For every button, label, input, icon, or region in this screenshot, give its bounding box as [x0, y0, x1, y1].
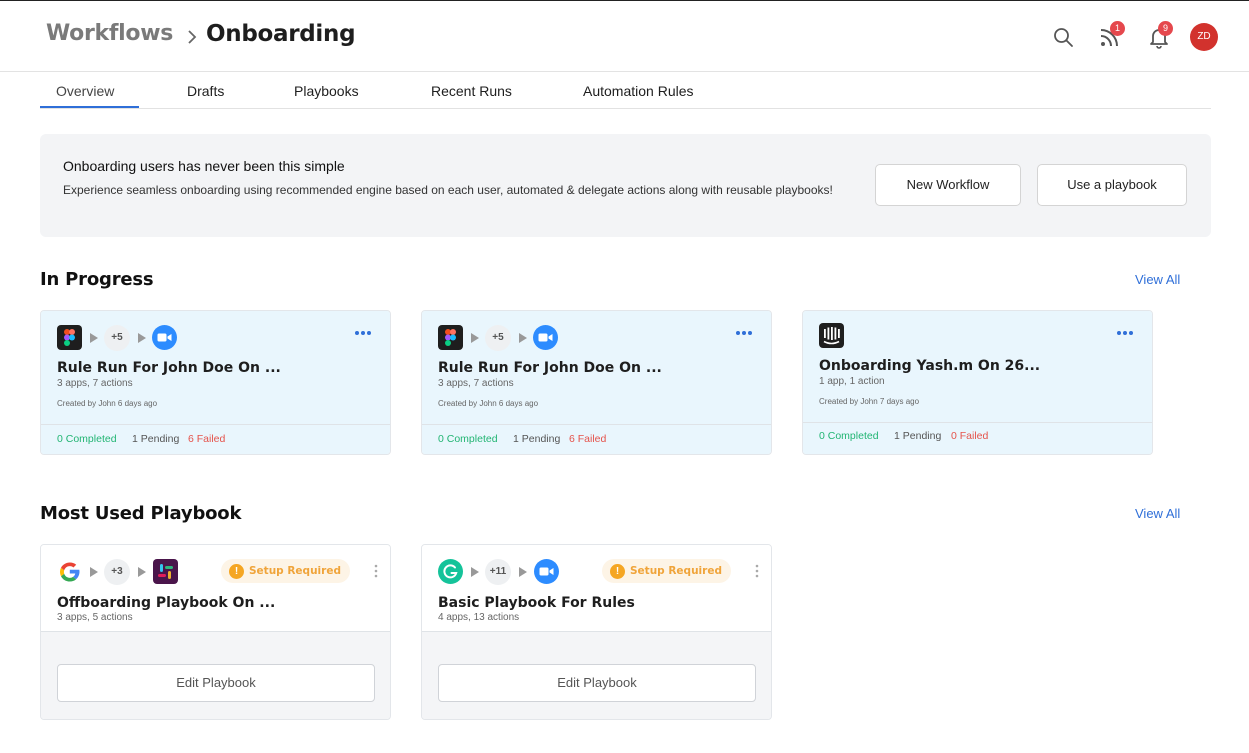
- banner-title: Onboarding users has never been this sim…: [63, 158, 345, 174]
- new-workflow-button[interactable]: New Workflow: [875, 164, 1021, 206]
- search-icon[interactable]: [1051, 25, 1075, 49]
- completed-count: 0 Completed: [57, 433, 117, 445]
- card-title: Offboarding Playbook On ...: [57, 595, 276, 611]
- grammarly-icon: [438, 559, 463, 584]
- play-arrow-icon: [471, 333, 479, 343]
- more-options-icon[interactable]: [1116, 330, 1134, 336]
- card-body: +5 Rule Run For John Doe On ... 3 apps, …: [41, 311, 390, 426]
- card-apps-actions: 1 app, 1 action: [819, 376, 885, 387]
- card-created-by: Created by John 6 days ago: [438, 399, 539, 408]
- warning-icon: !: [610, 563, 625, 579]
- active-tab-indicator: [40, 106, 139, 108]
- card-title: Rule Run For John Doe On ...: [438, 360, 662, 376]
- completed-count: 0 Completed: [819, 430, 879, 442]
- tab-bar: Overview Drafts Playbooks Recent Runs Au…: [40, 72, 1211, 109]
- figma-icon: [57, 325, 82, 350]
- card-body: Onboarding Yash.m On 26... 1 app, 1 acti…: [803, 311, 1152, 424]
- google-icon: [60, 562, 80, 582]
- card-body: +11 ! Setup Required Basic Playbook For R…: [422, 545, 771, 633]
- in-progress-card[interactable]: +5 Rule Run For John Doe On ... 3 apps, …: [421, 310, 772, 455]
- card-apps-actions: 3 apps, 7 actions: [57, 378, 133, 389]
- chevron-right-icon: [188, 30, 197, 44]
- in-progress-view-all-link[interactable]: View All: [1135, 272, 1180, 287]
- tab-overview[interactable]: Overview: [56, 83, 114, 99]
- tab-playbooks[interactable]: Playbooks: [294, 83, 359, 99]
- playbook-card[interactable]: +3 ! Setup Required Offboarding Playbook …: [40, 544, 391, 720]
- feed-badge: 1: [1110, 21, 1125, 36]
- slack-icon: [153, 559, 178, 584]
- extra-apps-count: +11: [485, 559, 511, 585]
- failed-count: 6 Failed: [569, 433, 607, 445]
- card-footer: Edit Playbook: [41, 631, 390, 719]
- tab-automation-rules[interactable]: Automation Rules: [583, 83, 694, 99]
- play-arrow-icon: [90, 333, 98, 343]
- in-progress-heading: In Progress: [40, 269, 154, 290]
- pending-count: 1 Pending: [513, 433, 561, 445]
- card-title: Basic Playbook For Rules: [438, 595, 635, 611]
- avatar[interactable]: ZD: [1190, 23, 1218, 51]
- play-arrow-icon: [138, 333, 146, 343]
- most-used-view-all-link[interactable]: View All: [1135, 506, 1180, 521]
- setup-required-badge: ! Setup Required: [221, 559, 350, 583]
- extra-apps-count: +5: [485, 325, 511, 351]
- card-status-bar: 0 Completed 1 Pending 6 Failed: [422, 424, 771, 454]
- playbook-card[interactable]: +11 ! Setup Required Basic Playbook For R…: [421, 544, 772, 720]
- page-title: Onboarding: [206, 21, 356, 47]
- card-apps-actions: 3 apps, 5 actions: [57, 612, 133, 623]
- card-status-bar: 0 Completed 1 Pending 6 Failed: [41, 424, 390, 454]
- card-body: +5 Rule Run For John Doe On ... 3 apps, …: [422, 311, 771, 426]
- notification-badge: 9: [1158, 21, 1173, 36]
- warning-icon: !: [229, 563, 244, 579]
- completed-count: 0 Completed: [438, 433, 498, 445]
- card-footer: Edit Playbook: [422, 631, 771, 719]
- play-arrow-icon: [138, 567, 146, 577]
- tab-recent-runs[interactable]: Recent Runs: [431, 83, 512, 99]
- pending-count: 1 Pending: [132, 433, 180, 445]
- card-created-by: Created by John 7 days ago: [819, 397, 920, 406]
- zoom-icon: [152, 325, 177, 350]
- failed-count: 6 Failed: [188, 433, 226, 445]
- setup-required-label: Setup Required: [249, 565, 341, 577]
- card-body: +3 ! Setup Required Offboarding Playbook …: [41, 545, 390, 633]
- top-bar: Workflows Onboarding 1 9 ZD: [0, 0, 1249, 72]
- kebab-menu-icon[interactable]: [755, 564, 759, 578]
- setup-required-badge: ! Setup Required: [602, 559, 731, 583]
- intercom-icon: [819, 323, 844, 348]
- card-title: Onboarding Yash.m On 26...: [819, 358, 1041, 374]
- figma-icon: [438, 325, 463, 350]
- setup-required-label: Setup Required: [630, 565, 722, 577]
- kebab-menu-icon[interactable]: [374, 564, 378, 578]
- play-arrow-icon: [90, 567, 98, 577]
- failed-count: 0 Failed: [951, 430, 989, 442]
- more-options-icon[interactable]: [735, 330, 753, 336]
- in-progress-card[interactable]: Onboarding Yash.m On 26... 1 app, 1 acti…: [802, 310, 1153, 455]
- card-apps-actions: 3 apps, 7 actions: [438, 378, 514, 389]
- tab-drafts[interactable]: Drafts: [187, 83, 224, 99]
- intro-banner: Onboarding users has never been this sim…: [40, 134, 1211, 237]
- zoom-icon: [534, 559, 559, 584]
- in-progress-card[interactable]: +5 Rule Run For John Doe On ... 3 apps, …: [40, 310, 391, 455]
- extra-apps-count: +3: [104, 559, 130, 585]
- edit-playbook-button[interactable]: Edit Playbook: [438, 664, 756, 702]
- banner-description: Experience seamless onboarding using rec…: [63, 183, 833, 197]
- card-apps-actions: 4 apps, 13 actions: [438, 612, 520, 623]
- card-status-bar: 0 Completed 1 Pending 0 Failed: [803, 422, 1152, 454]
- edit-playbook-button[interactable]: Edit Playbook: [57, 664, 375, 702]
- zoom-icon: [533, 325, 558, 350]
- breadcrumb-workflows[interactable]: Workflows: [46, 21, 173, 46]
- most-used-playbook-heading: Most Used Playbook: [40, 503, 242, 524]
- play-arrow-icon: [519, 333, 527, 343]
- use-playbook-button[interactable]: Use a playbook: [1037, 164, 1187, 206]
- play-arrow-icon: [471, 567, 479, 577]
- extra-apps-count: +5: [104, 325, 130, 351]
- card-created-by: Created by John 6 days ago: [57, 399, 158, 408]
- card-title: Rule Run For John Doe On ...: [57, 360, 281, 376]
- more-options-icon[interactable]: [354, 330, 372, 336]
- pending-count: 1 Pending: [894, 430, 942, 442]
- play-arrow-icon: [519, 567, 527, 577]
